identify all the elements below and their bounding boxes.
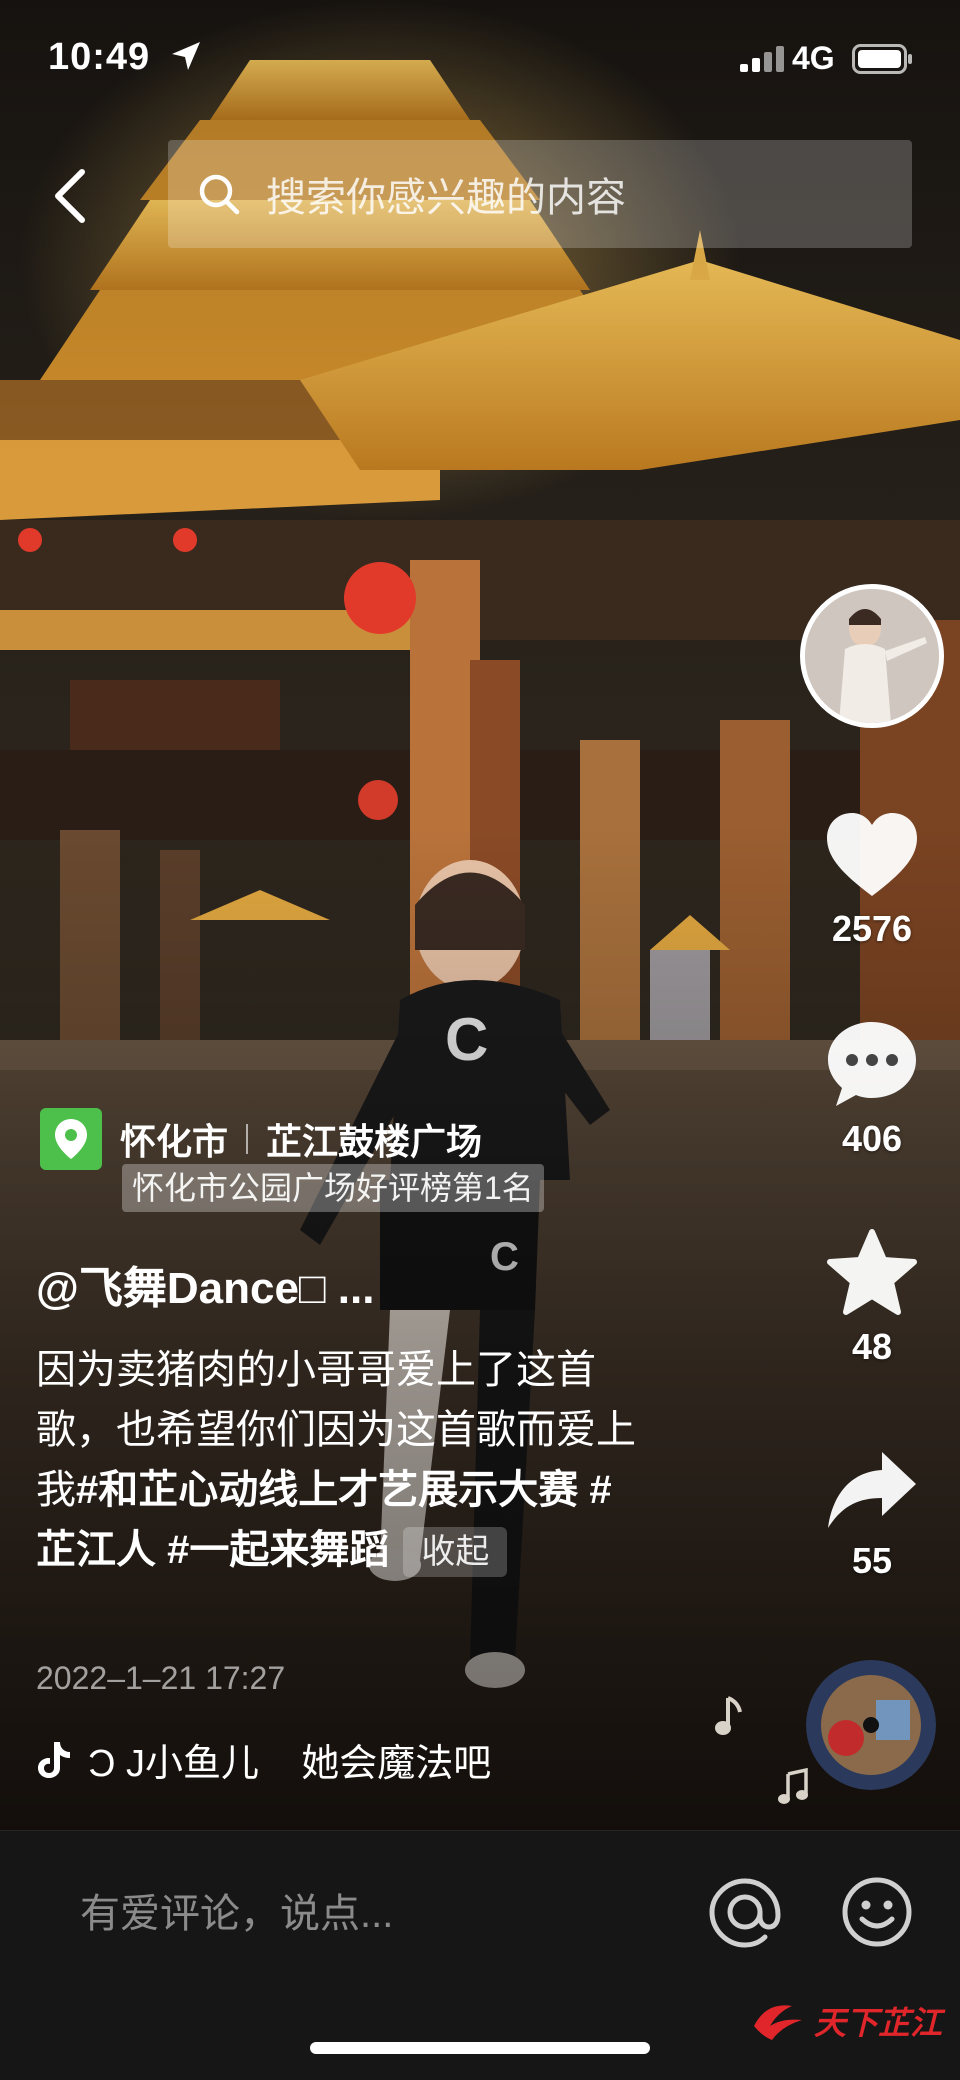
cellular-signal-icon [740, 46, 784, 72]
location-pin-icon [40, 1108, 102, 1170]
comment-button[interactable]: 406 [800, 1018, 944, 1160]
back-button[interactable] [40, 160, 104, 232]
favorite-count: 48 [851, 1326, 893, 1367]
network-type: 4G [792, 40, 835, 76]
heart-icon [827, 813, 917, 896]
collapse-button[interactable]: 收起 [403, 1527, 508, 1578]
music-note-icon [778, 1767, 808, 1804]
location-rank-badge[interactable]: 怀化市公园广场好评榜第1名 [122, 1164, 544, 1212]
share-button[interactable]: 55 [800, 1448, 944, 1582]
star-icon [827, 1229, 917, 1315]
post-date: 2022–1–21 17:27 [36, 1660, 286, 1696]
video-caption: 因为卖猪肉的小哥哥爱上了这首歌，也希望你们因为这首歌而爱上我#和芷心动线上才艺展… [36, 1340, 636, 1580]
music-note-icon [715, 1696, 742, 1735]
location-arrow-icon [172, 42, 200, 70]
creator-avatar[interactable] [800, 584, 944, 728]
search-bar[interactable]: 搜索你感兴趣的内容 [168, 140, 912, 248]
like-button[interactable]: 2576 [800, 810, 944, 950]
location-divider [246, 1124, 249, 1154]
tiktok-note-icon [38, 1741, 70, 1778]
share-count: 55 [851, 1540, 893, 1581]
battery-icon [852, 44, 912, 74]
status-time: 10:49 [48, 36, 151, 78]
watermark-logo [754, 2005, 802, 2040]
search-icon [199, 174, 240, 215]
hashtag-link[interactable]: #一起来舞蹈 [167, 1528, 389, 1572]
like-count: 2576 [831, 908, 913, 949]
avatar-image [805, 589, 939, 723]
comment-count: 406 [841, 1118, 903, 1159]
author-name[interactable]: @飞舞Dance□ ... [36, 1252, 374, 1316]
share-arrow-icon [828, 1452, 916, 1528]
mention-at-icon[interactable] [708, 1875, 782, 1949]
comment-input[interactable]: 有爱评论，说点... [80, 1881, 393, 1939]
hashtag-link[interactable]: #和芷心动线上才艺展示大赛 [76, 1468, 578, 1512]
favorite-button[interactable]: 48 [800, 1228, 944, 1368]
music-disc-button[interactable] [806, 1660, 936, 1790]
watermark-text: 天下芷江 [814, 2005, 943, 2041]
music-title[interactable]: Ͻ J小鱼儿 她会魔法吧 [36, 1732, 491, 1787]
location-city: 怀化市 [120, 1121, 229, 1162]
channel-watermark: 天下芷江 [748, 1996, 942, 2046]
music-cover-image [806, 1660, 936, 1790]
location-place: 芷江鼓楼广场 [266, 1121, 483, 1162]
music-title-text: Ͻ J小鱼儿 她会魔法吧 [88, 1743, 492, 1785]
emoji-icon[interactable] [840, 1875, 914, 1949]
home-indicator[interactable] [310, 2042, 650, 2054]
search-placeholder: 搜索你感兴趣的内容 [266, 176, 626, 220]
comment-bubble-icon [828, 1022, 916, 1106]
